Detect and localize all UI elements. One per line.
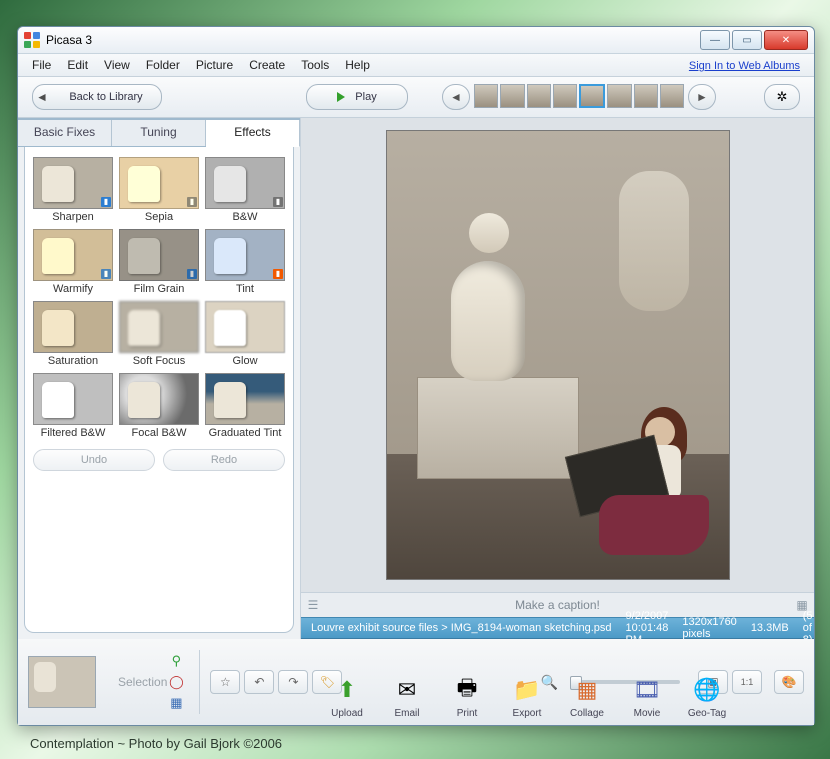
thumb-8[interactable] [660, 84, 684, 108]
thumb-5-selected[interactable] [579, 84, 605, 108]
thumb-7[interactable] [634, 84, 658, 108]
color-manage-button[interactable]: ✲ [764, 84, 800, 110]
action-bar: ⬆Upload ✉Email 🖶Print 📁Export ▦Collage 🎞… [322, 674, 732, 719]
effect-tint[interactable]: ▮Tint [205, 229, 285, 295]
edit-sidebar: Basic Fixes Tuning Effects ▮Sharpen ▮Sep… [18, 118, 301, 639]
menu-help[interactable]: Help [337, 58, 378, 72]
collage-icon: ▦ [571, 674, 603, 706]
geotag-button[interactable]: 🌐Geo-Tag [682, 674, 732, 719]
upload-button[interactable]: ⬆Upload [322, 674, 372, 719]
next-photo-button[interactable]: ► [688, 84, 716, 110]
photo-viewer: ☰ Make a caption! ▦ Louvre exhibit sourc… [301, 118, 814, 639]
toolbar-top: ◄ Back to Library Play ◄ ► ✲ [18, 77, 814, 118]
menu-folder[interactable]: Folder [138, 58, 188, 72]
globe-icon: 🌐 [691, 674, 723, 706]
rotate-left-button[interactable]: ↶ [244, 670, 274, 694]
arrow-left-icon: ◄ [33, 90, 51, 104]
undo-button[interactable]: Undo [33, 449, 155, 471]
rotate-right-icon: ↷ [288, 675, 298, 689]
minimize-button[interactable]: — [700, 30, 730, 50]
signin-link[interactable]: Sign In to Web Albums [689, 60, 800, 72]
color-picker-button[interactable]: 🎨 [774, 670, 804, 694]
menu-edit[interactable]: Edit [59, 58, 96, 72]
info-breadcrumb: Louvre exhibit source files > IMG_8194-w… [311, 622, 612, 634]
effect-warmify[interactable]: ▮Warmify [33, 229, 113, 295]
thumb-4[interactable] [553, 84, 577, 108]
info-dimensions: 1320x1760 pixels [682, 616, 736, 640]
effect-sharpen[interactable]: ▮Sharpen [33, 157, 113, 223]
selection-label: Selection [118, 675, 167, 689]
play-label: Play [355, 91, 376, 103]
email-icon: ✉ [391, 674, 423, 706]
email-button[interactable]: ✉Email [382, 674, 432, 719]
effect-filtered-bw[interactable]: Filtered B&W [33, 373, 113, 439]
menu-picture[interactable]: Picture [188, 58, 241, 72]
titlebar[interactable]: Picasa 3 — ▭ ✕ [18, 27, 814, 54]
record-icon[interactable]: ◯ [167, 674, 185, 690]
export-icon: 📁 [511, 674, 543, 706]
upload-icon: ⬆ [331, 674, 363, 706]
pinwheel-icon: ✲ [777, 89, 788, 105]
thumb-2[interactable] [500, 84, 524, 108]
movie-button[interactable]: 🎞Movie [622, 674, 672, 719]
app-window: Picasa 3 — ▭ ✕ File Edit View Folder Pic… [17, 26, 815, 726]
rotate-right-button[interactable]: ↷ [278, 670, 308, 694]
collage-button[interactable]: ▦Collage [562, 674, 612, 719]
effect-focal-bw[interactable]: Focal B&W [119, 373, 199, 439]
star-icon: ☆ [220, 675, 231, 689]
caption-row: ☰ Make a caption! ▦ [301, 592, 814, 617]
menu-tools[interactable]: Tools [293, 58, 337, 72]
canvas-area[interactable] [301, 118, 814, 592]
tab-basic-fixes[interactable]: Basic Fixes [18, 120, 112, 146]
prev-photo-button[interactable]: ◄ [442, 84, 470, 110]
print-icon: 🖶 [451, 674, 483, 706]
play-icon [337, 92, 345, 102]
one-to-one-icon: 1:1 [741, 677, 754, 687]
star-button[interactable]: ☆ [210, 670, 240, 694]
thumb-3[interactable] [527, 84, 551, 108]
menubar: File Edit View Folder Picture Create Too… [18, 54, 814, 77]
color-icon: 🎨 [782, 675, 797, 689]
redo-button[interactable]: Redo [163, 449, 285, 471]
thumbnail-strip [474, 84, 684, 108]
play-slideshow-button[interactable]: Play [306, 84, 408, 110]
effects-tabs: Basic Fixes Tuning Effects [18, 118, 300, 147]
info-bar: Louvre exhibit source files > IMG_8194-w… [301, 617, 814, 639]
tray-icon[interactable]: ▦ [167, 695, 185, 711]
print-button[interactable]: 🖶Print [442, 674, 492, 719]
menu-view[interactable]: View [96, 58, 138, 72]
menu-file[interactable]: File [24, 58, 59, 72]
photo-credit: Contemplation ~ Photo by Gail Bjork ©200… [30, 736, 282, 751]
effects-panel: ▮Sharpen ▮Sepia ▮B&W ▮Warmify ▮Film Grai… [24, 147, 294, 633]
photo-preview [386, 130, 730, 580]
slider-badge-icon: ▮ [101, 197, 111, 207]
maximize-button[interactable]: ▭ [732, 30, 762, 50]
thumb-1[interactable] [474, 84, 498, 108]
rotate-left-icon: ↶ [254, 675, 264, 689]
effect-glow[interactable]: Glow [205, 301, 285, 367]
menu-create[interactable]: Create [241, 58, 293, 72]
effect-graduated-tint[interactable]: Graduated Tint [205, 373, 285, 439]
pin-icon[interactable]: ⚲ [167, 653, 185, 669]
tab-effects-active[interactable]: Effects [206, 120, 300, 147]
selection-thumbnail[interactable] [28, 656, 96, 708]
caption-icon[interactable]: ☰ [301, 598, 325, 612]
export-button[interactable]: 📁Export [502, 674, 552, 719]
effect-film-grain[interactable]: ▮Film Grain [119, 229, 199, 295]
window-title: Picasa 3 [46, 33, 92, 47]
effect-soft-focus[interactable]: Soft Focus [119, 301, 199, 367]
close-button[interactable]: ✕ [764, 30, 808, 50]
thumb-6[interactable] [607, 84, 631, 108]
tab-tuning[interactable]: Tuning [112, 120, 206, 146]
movie-icon: 🎞 [631, 674, 663, 706]
actual-size-button[interactable]: 1:1 [732, 670, 762, 694]
effect-sepia[interactable]: ▮Sepia [119, 157, 199, 223]
picasa-logo-icon [24, 32, 40, 48]
caption-input[interactable]: Make a caption! [325, 598, 790, 612]
back-to-library-button[interactable]: ◄ Back to Library [32, 84, 162, 110]
back-label: Back to Library [51, 91, 161, 103]
effect-saturation[interactable]: Saturation [33, 301, 113, 367]
effect-bw[interactable]: ▮B&W [205, 157, 285, 223]
info-filesize: 13.3MB [751, 622, 789, 634]
